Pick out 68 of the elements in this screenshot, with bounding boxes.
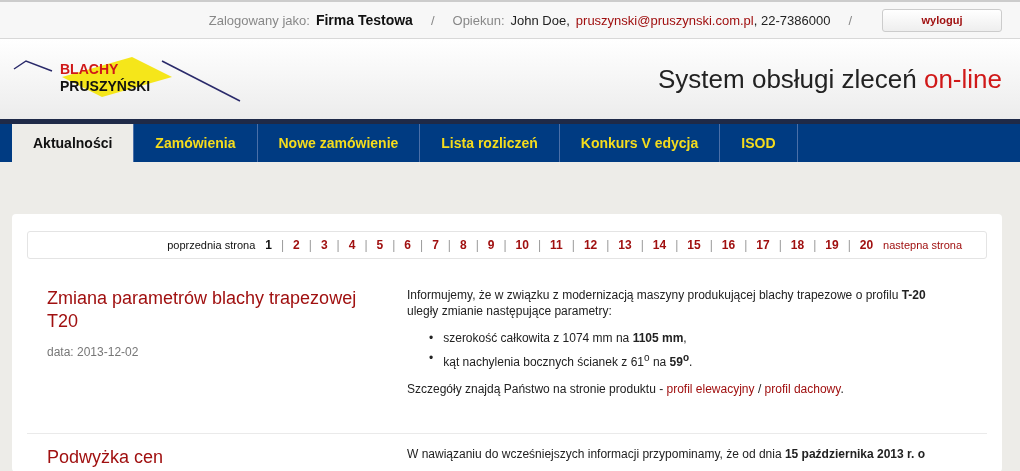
separator: | bbox=[364, 238, 368, 252]
article-text: W nawiązaniu do wcześniejszych informacji przypominamy, że od dnia 15 października 2013 r. o bbox=[407, 446, 926, 462]
advisor-name: John Doe, bbox=[510, 12, 570, 28]
separator: | bbox=[392, 238, 396, 252]
nav-tab[interactable]: Lista rozliczeń bbox=[420, 124, 560, 162]
separator: | bbox=[813, 238, 817, 252]
page-link[interactable]: 2 bbox=[293, 238, 300, 252]
page-link[interactable]: 13 bbox=[618, 238, 632, 252]
page-link[interactable]: 8 bbox=[459, 238, 467, 252]
page-link[interactable]: 10 bbox=[515, 238, 529, 252]
advisor-email[interactable]: pruszynski@pruszynski.com.pl bbox=[575, 12, 754, 28]
page-title: System obsługi zleceń on-line bbox=[658, 63, 1002, 95]
separator: | bbox=[537, 238, 542, 252]
article-date: data: 2013-12-02 bbox=[47, 345, 140, 359]
page-link[interactable]: 20 bbox=[859, 238, 874, 252]
article-title[interactable]: Zmiana parametrów blachy trapezowej T20 bbox=[47, 287, 367, 333]
separator: | bbox=[606, 238, 610, 252]
separator: | bbox=[475, 238, 479, 252]
separator: | bbox=[336, 238, 340, 252]
page-link[interactable]: 9 bbox=[487, 238, 495, 252]
page-link[interactable]: 3 bbox=[320, 238, 328, 252]
separator: | bbox=[308, 238, 312, 252]
advisor-label: Opiekun: bbox=[452, 12, 505, 28]
page-link[interactable]: 18 bbox=[790, 238, 805, 252]
article-text: Informujemy, że w związku z modernizacją maszyny produkującej blachy trapezowe o profilu T-20 uległy zmianie następujące parametry: bbox=[407, 287, 927, 319]
list-item: szerokość całkowita z 1074 mm na 1105 mm, bbox=[443, 330, 687, 347]
separator: | bbox=[847, 238, 851, 252]
page-link[interactable]: 5 bbox=[376, 238, 384, 252]
page-link[interactable]: 11 bbox=[550, 238, 563, 252]
page-link[interactable]: 1 bbox=[265, 238, 272, 252]
article-title[interactable]: Podwyżka cen bbox=[47, 446, 367, 469]
page-link[interactable]: 14 bbox=[652, 238, 667, 252]
page-link[interactable]: 17 bbox=[756, 238, 770, 252]
separator: | bbox=[280, 238, 285, 252]
page-link[interactable]: 7 bbox=[432, 238, 439, 252]
logged-label: Zalogowany jako: bbox=[208, 12, 310, 28]
page-link[interactable]: 16 bbox=[721, 238, 736, 252]
separator: | bbox=[447, 238, 451, 252]
article-text: Szczegóły znajdą Państwo na stronie produktu - profil elewacyjny / profil dachowy. bbox=[407, 381, 845, 397]
company-name: Firma Testowa bbox=[315, 12, 413, 28]
page-link[interactable]: 15 bbox=[687, 238, 701, 252]
separator: | bbox=[709, 238, 713, 252]
list-item: kąt nachylenia bocznych ścianek z 61$^{o}$ na 59$^{o}$. bbox=[443, 351, 693, 371]
separator: / bbox=[848, 12, 852, 28]
page-link[interactable]: 19 bbox=[825, 238, 839, 252]
bullet: • bbox=[429, 330, 434, 347]
page-link[interactable]: 6 bbox=[404, 238, 411, 252]
separator: | bbox=[420, 238, 424, 252]
previous-page-link[interactable]: poprzednia strona bbox=[167, 239, 256, 251]
separator: | bbox=[675, 238, 679, 252]
separator: | bbox=[744, 238, 748, 252]
separator: | bbox=[778, 238, 782, 252]
separator: / bbox=[430, 12, 435, 28]
nav-tab[interactable]: Nowe zamówienie bbox=[257, 124, 421, 162]
page-link[interactable]: 4 bbox=[348, 238, 356, 252]
page-link[interactable]: 12 bbox=[583, 238, 598, 252]
advisor-phone: , 22-7386000 bbox=[753, 12, 831, 28]
nav-tab[interactable]: Konkurs V edycja bbox=[559, 124, 721, 162]
separator: | bbox=[571, 238, 575, 252]
nav-tab[interactable]: Zamówienia bbox=[134, 124, 258, 162]
bullet: • bbox=[429, 350, 434, 367]
separator: | bbox=[503, 238, 507, 252]
separator: | bbox=[640, 238, 644, 252]
logout-button[interactable]: wyloguj bbox=[882, 8, 1002, 32]
nav-tab[interactable]: Aktualności bbox=[12, 124, 135, 162]
product-link[interactable]: profil elewacyjny bbox=[666, 382, 755, 396]
nav-tab[interactable]: ISOD bbox=[720, 124, 798, 162]
next-page-link[interactable]: nastepna strona bbox=[883, 239, 962, 251]
